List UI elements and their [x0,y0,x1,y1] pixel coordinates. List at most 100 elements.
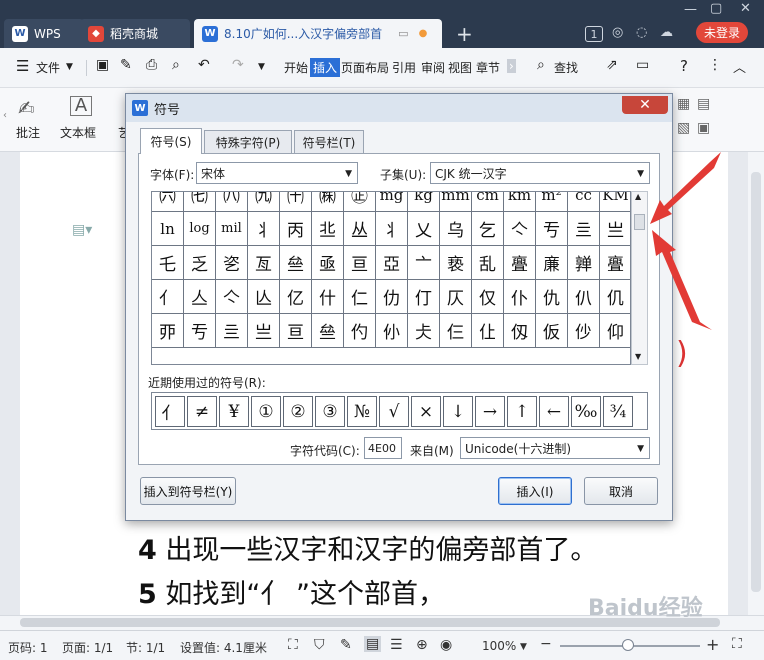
symbol-grid[interactable]: ㈥㈦㈧㈨㈩㈱㊣ mg kg mm cm km m² cc KM ln log mil 丬丙丠丛丬乂乌乞亽… [151,191,631,365]
zoom-level[interactable]: 100% [482,639,516,653]
symbol-cell[interactable]: 什 [312,280,344,314]
maximize-button[interactable]: ▢ [710,1,722,16]
symbol-cell[interactable]: ㈱ [312,192,344,212]
ribbon-left-scroll-icon[interactable]: ‹ [3,110,7,121]
symbol-cell[interactable]: ㈦ [184,192,216,212]
symbol-cell[interactable]: ln [152,212,184,246]
web-view-icon[interactable]: ⊕ [416,637,428,653]
symbol-cell[interactable]: 仆 [504,280,536,314]
insert-to-symbol-bar-button[interactable]: 插入到符号栏(Y) [140,477,236,505]
symbol-cell[interactable]: ㈩ [280,192,312,212]
symbol-cell[interactable]: 亝 [312,314,344,348]
zoom-chevron-icon[interactable]: ▼ [520,642,527,652]
redo-icon[interactable]: ↷ [232,57,244,73]
symbol-cell[interactable]: 亹 [600,246,630,280]
symbol-cell[interactable]: 丠 [312,212,344,246]
symbol-cell[interactable]: 仄 [440,280,472,314]
symbol-cell[interactable]: log [184,212,216,246]
more-options-icon[interactable]: ⋮ [708,57,722,73]
cancel-button[interactable]: 取消 [584,477,658,505]
comment-icon[interactable]: ▭ [636,57,649,73]
new-tab-button[interactable]: + [456,22,473,46]
cloud-icon[interactable]: ☁ [660,25,673,40]
symbol-cell[interactable]: 亞 [376,246,408,280]
symbol-cell[interactable]: 仃 [408,280,440,314]
symbol-cell[interactable]: 仮 [536,314,568,348]
status-setting[interactable]: 设置值: 4.1厘米 [180,639,267,656]
recent-symbol-cell[interactable]: ¥ [219,396,249,427]
ribbon-icon-a[interactable]: ▦ [677,96,690,112]
symbol-cell[interactable]: 仉 [600,280,630,314]
menu-start[interactable]: 开始 [284,59,308,76]
symbol-cell[interactable]: km [504,192,536,212]
subset-select[interactable]: CJK 统一汉字 ▼ [430,162,650,184]
paint-icon[interactable]: ✎ [120,57,132,73]
symbol-cell[interactable]: 亟 [312,246,344,280]
recent-symbol-cell[interactable]: ≠ [187,396,217,427]
page-view-icon[interactable]: ▤ [364,636,382,652]
scroll-thumb[interactable] [751,172,761,592]
screen-icon[interactable]: ▭ [398,27,408,40]
symbol-cell[interactable]: ㊣ [344,192,376,212]
from-select[interactable]: Unicode(十六进制) ▼ [460,437,650,459]
zoom-slider-knob[interactable] [622,639,634,651]
font-select[interactable]: 宋体 ▼ [196,162,358,184]
textbox-button[interactable]: 文本框 [60,124,96,141]
symbol-cell[interactable]: 仩 [472,314,504,348]
recent-symbol-cell[interactable]: ¾ [603,396,633,427]
symbol-cell[interactable]: 亵 [440,246,472,280]
preview-icon[interactable]: ⌕ [172,57,180,73]
insert-button[interactable]: 插入(I) [498,477,572,505]
save-icon[interactable]: ▣ [96,57,109,73]
symbol-cell[interactable]: 仂 [376,280,408,314]
symbol-cell[interactable]: 丬 [248,212,280,246]
status-page-code[interactable]: 页码: 1 [8,639,48,656]
collapse-ribbon-icon[interactable]: ︿ [733,57,746,76]
symbol-cell[interactable]: mil [216,212,248,246]
symbol-cell[interactable]: ㈥ [152,192,184,212]
symbol-cell[interactable]: 仈 [568,280,600,314]
symbol-cell[interactable]: 仰 [600,314,630,348]
tab-wps[interactable]: W WPS [4,19,84,48]
symbol-cell[interactable]: ㈧ [216,192,248,212]
symbol-cell[interactable]: 亗 [600,212,630,246]
zoom-in-icon[interactable]: + [706,635,719,654]
symbol-cell[interactable]: cc [568,192,600,212]
chevron-down-icon[interactable]: ▼ [66,62,73,72]
symbol-cell[interactable]: 亖 [216,314,248,348]
recent-symbol-cell[interactable]: 亻 [155,396,185,427]
ribbon-icon-b[interactable]: ▤ [697,96,710,112]
undo-icon[interactable]: ↶ [198,57,210,73]
fit-window-icon[interactable]: ⛶ [732,636,742,652]
symbol-cell[interactable]: ㈨ [248,192,280,212]
recent-symbol-cell[interactable]: ② [283,396,313,427]
ribbon-icon-c[interactable]: ▧ [677,120,690,136]
recent-symbol-cell[interactable]: ③ [315,396,345,427]
menu-chapter[interactable]: 章节 [476,59,500,76]
symbol-cell[interactable]: 仭 [504,314,536,348]
symbol-cell[interactable]: 亙 [248,246,280,280]
menu-layout[interactable]: 页面布局 [341,59,389,76]
symbol-cell[interactable]: 亽 [216,280,248,314]
status-page[interactable]: 页面: 1/1 [62,639,113,656]
symbol-cell[interactable]: 乂 [408,212,440,246]
symbol-cell[interactable]: 仧 [408,314,440,348]
eye-icon[interactable]: ◉ [440,637,452,653]
symbol-cell[interactable]: 亘 [344,246,376,280]
recent-symbol-cell[interactable]: ① [251,396,281,427]
more-chevron-icon[interactable]: ▼ [258,62,265,72]
menu-reference[interactable]: 引用 [392,59,416,76]
login-button[interactable]: 未登录 [696,22,748,43]
symbol-cell[interactable]: 亿 [280,280,312,314]
share-icon[interactable]: ◌ [636,25,647,40]
tab-symbol-bar[interactable]: 符号栏(T) [294,130,364,154]
tab-docer-store[interactable]: ◆ 稻壳商城 [80,19,190,48]
menu-view[interactable]: 视图 [448,59,472,76]
file-menu[interactable]: 文件 [36,59,60,76]
menu-insert[interactable]: 插入 [310,58,341,77]
symbol-cell[interactable]: 乱 [472,246,504,280]
hamburger-icon[interactable]: ☰ [16,57,29,75]
symbol-cell[interactable]: 亠 [408,246,440,280]
ribbon-icon-d[interactable]: ▣ [697,120,710,136]
protect-icon[interactable]: ⛉ [314,637,325,653]
